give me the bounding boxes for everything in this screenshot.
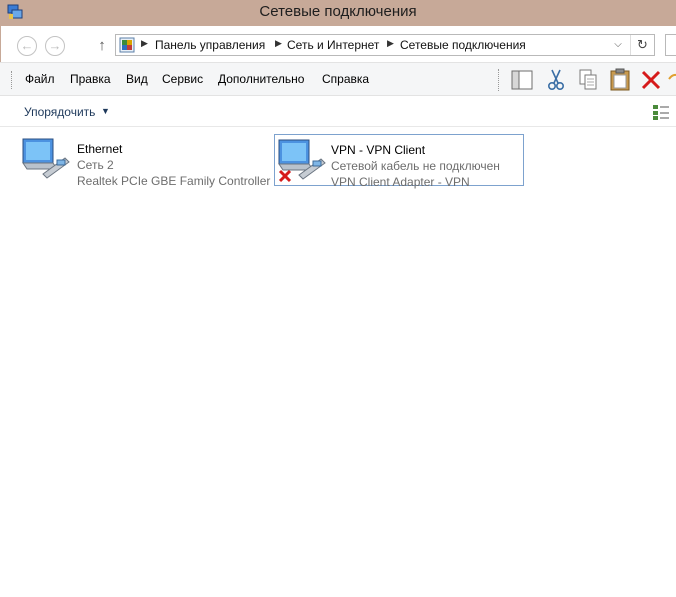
refresh-button[interactable]: ↻ (630, 35, 654, 55)
title-bar: Сетевые подключения (0, 0, 676, 26)
navigation-bar: ← → ↑ ▶ Панель управления ▶ Сеть и Интер… (0, 26, 676, 62)
menu-edit[interactable]: Правка (70, 72, 111, 86)
connection-item-ethernet[interactable]: Ethernet Сеть 2 Realtek PCIe GBE Family … (21, 134, 270, 188)
layout-pane-icon[interactable] (509, 67, 535, 93)
breadcrumb-separator-icon[interactable]: ▶ (387, 38, 394, 49)
breadcrumb-separator-icon[interactable]: ▶ (141, 38, 148, 49)
menu-grip (11, 71, 13, 89)
menu-advanced[interactable]: Дополнительно (218, 72, 304, 86)
search-box[interactable] (665, 34, 676, 56)
up-button[interactable]: ↑ (94, 36, 110, 56)
organize-dropdown-icon[interactable]: ▼ (101, 106, 110, 116)
menu-help[interactable]: Справка (322, 72, 369, 86)
menu-tools[interactable]: Сервис (162, 72, 203, 86)
connection-name: VPN - VPN Client (331, 143, 426, 157)
paste-icon[interactable] (607, 67, 633, 93)
menu-file[interactable]: Файл (25, 72, 55, 86)
command-bar: Упорядочить ▼ (0, 97, 676, 127)
window-title: Сетевые подключения (259, 3, 417, 20)
connection-status: Сеть 2 (77, 158, 114, 172)
connection-item-vpn[interactable]: VPN - VPN Client Сетевой кабель не подкл… (274, 134, 524, 189)
breadcrumb-network-internet[interactable]: Сеть и Интернет (287, 38, 379, 52)
back-button[interactable]: ← (17, 36, 37, 56)
menu-view[interactable]: Вид (126, 72, 148, 86)
connection-adapter: Realtek PCIe GBE Family Controller (77, 174, 271, 188)
toolbar-separator (498, 69, 500, 91)
address-bar[interactable]: ▶ Панель управления ▶ Сеть и Интернет ▶ … (115, 34, 655, 56)
delete-icon[interactable] (638, 67, 664, 93)
change-view-icon[interactable] (652, 103, 670, 121)
organize-button[interactable]: Упорядочить (24, 105, 95, 119)
breadcrumb-control-panel[interactable]: Панель управления (155, 38, 265, 52)
menu-bar: Файл Правка Вид Сервис Дополнительно Спр… (0, 62, 676, 96)
control-panel-icon (119, 37, 135, 53)
cut-icon[interactable] (543, 67, 569, 93)
undo-icon[interactable] (666, 67, 676, 93)
connection-adapter: VPN Client Adapter - VPN (331, 175, 470, 189)
connections-list: Ethernet Сеть 2 Realtek PCIe GBE Family … (0, 128, 676, 597)
forward-button[interactable]: → (45, 36, 65, 56)
disconnected-icon (278, 169, 292, 183)
connection-name: Ethernet (77, 142, 123, 156)
breadcrumb-separator-icon[interactable]: ▶ (275, 38, 282, 49)
address-dropdown-icon[interactable]: ⌵ (608, 35, 628, 55)
connection-status: Сетевой кабель не подключен (331, 159, 500, 173)
copy-icon[interactable] (575, 67, 601, 93)
network-adapter-icon (22, 138, 70, 179)
breadcrumb-network-connections[interactable]: Сетевые подключения (400, 38, 526, 52)
